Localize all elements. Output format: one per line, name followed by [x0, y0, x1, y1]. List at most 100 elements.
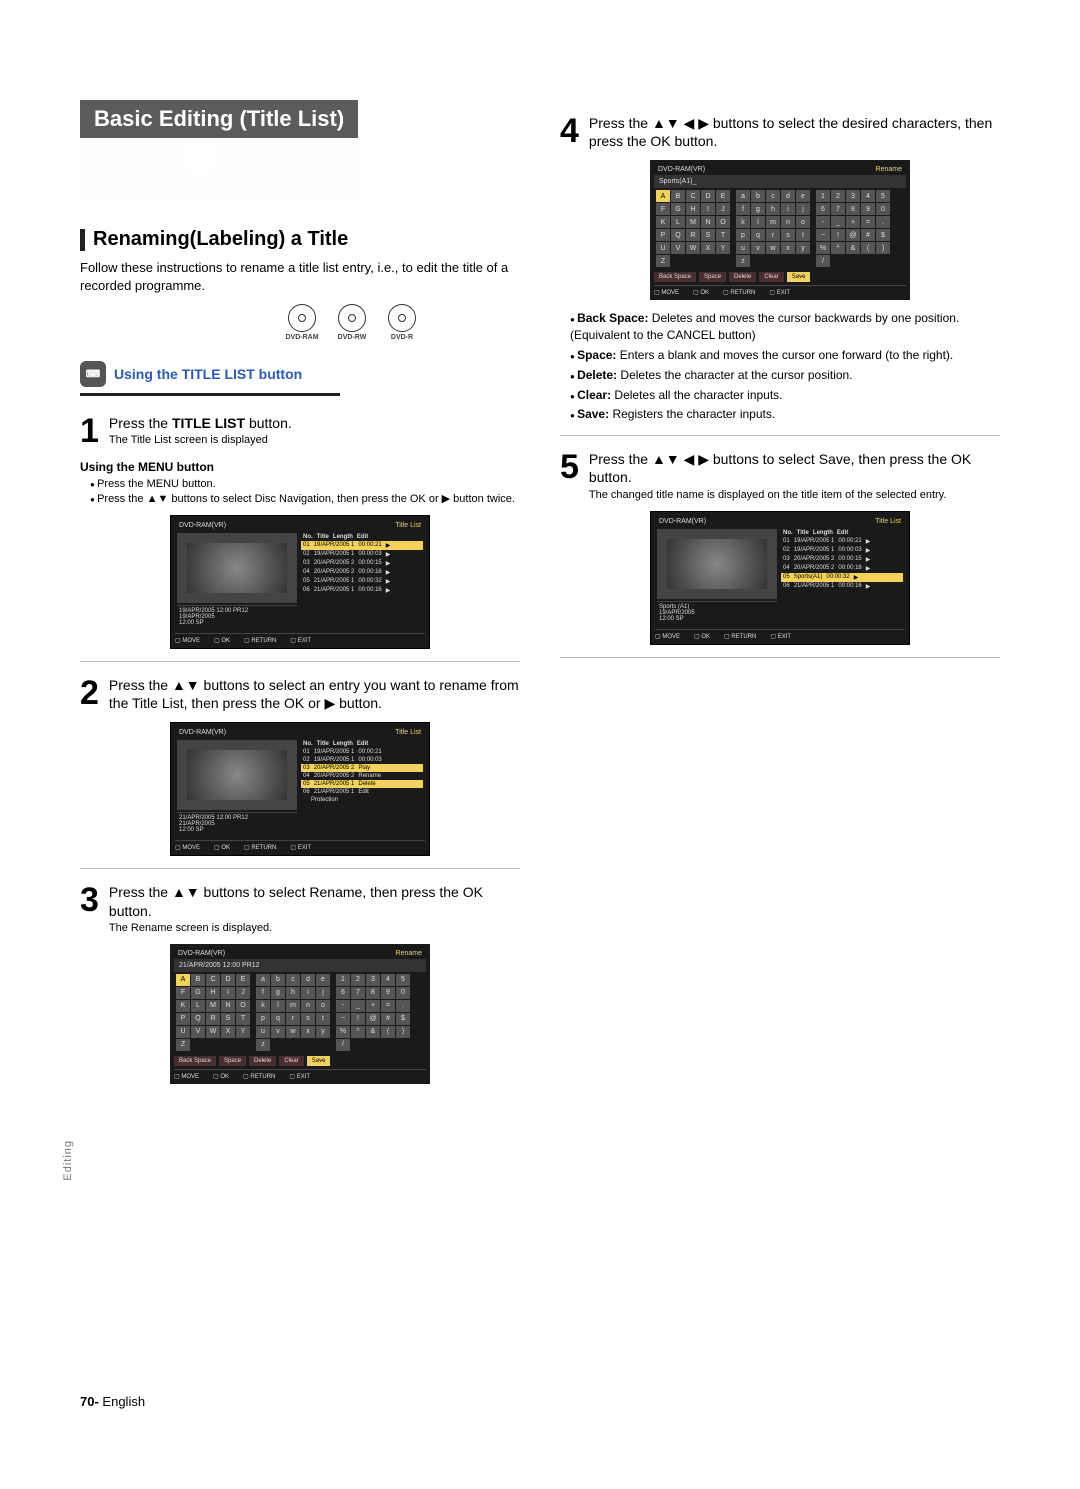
- keyboard-key: o: [316, 1000, 330, 1012]
- keyboard-key: S: [221, 1013, 235, 1025]
- keyboard-key: r: [286, 1013, 300, 1025]
- keyboard-key: u: [736, 242, 750, 254]
- keyboard-key: j: [316, 987, 330, 999]
- keyboard-key: %: [336, 1026, 350, 1038]
- disc-type-icons: DVD-RAM DVD-RW DVD-R: [280, 304, 520, 341]
- step-1: 1 Press the TITLE LIST button. The Title…: [80, 414, 520, 448]
- keyboard-key: A: [176, 974, 190, 986]
- step-4: 4 Press the ▲▼ ◀ ▶ buttons to select the…: [560, 114, 1000, 150]
- keyboard-key: n: [301, 1000, 315, 1012]
- keyboard-key: c: [766, 190, 780, 202]
- keyboard-key: K: [656, 216, 670, 228]
- keyboard-key: x: [781, 242, 795, 254]
- keyboard-key: -: [816, 216, 830, 228]
- keyboard-key: x: [301, 1026, 315, 1038]
- keyboard-key: E: [716, 190, 730, 202]
- keyboard-key: V: [671, 242, 685, 254]
- keyboard-key: v: [271, 1026, 285, 1038]
- keyboard-action-definitions: Back Space: Deletes and moves the cursor…: [570, 310, 1000, 423]
- keyboard-key: H: [686, 203, 700, 215]
- keyboard-key: D: [221, 974, 235, 986]
- page-footer: 70- English: [80, 1394, 145, 1409]
- keyboard-key: E: [236, 974, 250, 986]
- keyboard-key: G: [191, 987, 205, 999]
- keyboard-key: K: [176, 1000, 190, 1012]
- keyboard-key: a: [256, 974, 270, 986]
- keyboard-key: 4: [861, 190, 875, 202]
- keyboard-key: ^: [351, 1026, 365, 1038]
- page-title-box: Basic Editing (Title List): [80, 100, 358, 138]
- keyboard-key: g: [271, 987, 285, 999]
- keyboard-key: e: [796, 190, 810, 202]
- keyboard-key: (: [861, 242, 875, 254]
- osd-screenshot-context-menu: DVD-RAM(VR)Title List 21/APR/2005 12:00 …: [170, 722, 430, 856]
- keyboard-key: J: [236, 987, 250, 999]
- keyboard-key: U: [176, 1026, 190, 1038]
- keyboard-key: c: [286, 974, 300, 986]
- keyboard-key: l: [271, 1000, 285, 1012]
- step-2: 2 Press the ▲▼ buttons to select an entr…: [80, 676, 520, 712]
- left-column: Basic Editing (Title List) Renaming(Labe…: [80, 100, 520, 1094]
- keyboard-key: b: [751, 190, 765, 202]
- keyboard-key: p: [256, 1013, 270, 1025]
- keyboard-key: y: [796, 242, 810, 254]
- keyboard-key: t: [796, 229, 810, 241]
- keyboard-key: N: [221, 1000, 235, 1012]
- keyboard-key: M: [206, 1000, 220, 1012]
- keyboard-key: 2: [831, 190, 845, 202]
- keyboard-key: f: [736, 203, 750, 215]
- keyboard-key: 1: [816, 190, 830, 202]
- keyboard-key: z: [736, 255, 750, 267]
- keyboard-key: I: [701, 203, 715, 215]
- keyboard-key: .: [876, 216, 890, 228]
- keyboard-key: 5: [876, 190, 890, 202]
- step-number: 5: [560, 450, 579, 500]
- osd-screenshot-title-list-renamed: DVD-RAM(VR)Title List Sports (A1) 19/APR…: [650, 511, 910, 645]
- step-number: 2: [80, 676, 99, 712]
- keyboard-key: +: [366, 1000, 380, 1012]
- keyboard-key: @: [846, 229, 860, 241]
- keyboard-key: +: [846, 216, 860, 228]
- keyboard-key: T: [716, 229, 730, 241]
- sub-heading-text: Using the TITLE LIST button: [114, 366, 302, 382]
- keyboard-key: Q: [671, 229, 685, 241]
- right-column: 4 Press the ▲▼ ◀ ▶ buttons to select the…: [560, 100, 1000, 1094]
- keyboard-key: X: [701, 242, 715, 254]
- keyboard-key: 9: [381, 987, 395, 999]
- keyboard-key: W: [206, 1026, 220, 1038]
- menu-subheading: Using the MENU button: [80, 460, 520, 474]
- keyboard-key: a: [736, 190, 750, 202]
- keyboard-key: z: [256, 1039, 270, 1051]
- keyboard-key: 7: [351, 987, 365, 999]
- keyboard-key: _: [351, 1000, 365, 1012]
- keyboard-key: Y: [236, 1026, 250, 1038]
- disc-icon: [338, 304, 366, 332]
- keyboard-key: ^: [831, 242, 845, 254]
- keyboard-key: N: [701, 216, 715, 228]
- keyboard-key: l: [751, 216, 765, 228]
- keyboard-key: B: [671, 190, 685, 202]
- keyboard-key: #: [861, 229, 875, 241]
- step-number: 3: [80, 883, 99, 933]
- keyboard-key: 8: [846, 203, 860, 215]
- keyboard-key: g: [751, 203, 765, 215]
- keyboard-key: L: [191, 1000, 205, 1012]
- keyboard-key: 2: [351, 974, 365, 986]
- keyboard-key: O: [236, 1000, 250, 1012]
- keyboard-key: h: [286, 987, 300, 999]
- keyboard-key: #: [381, 1013, 395, 1025]
- osd-thumbnail-icon: [177, 740, 297, 810]
- osd-thumbnail-icon: [657, 529, 777, 599]
- keyboard-key: 3: [366, 974, 380, 986]
- page-title: Basic Editing (Title List): [94, 106, 344, 131]
- keyboard-key: k: [736, 216, 750, 228]
- keyboard-key: 6: [816, 203, 830, 215]
- keyboard-key: R: [206, 1013, 220, 1025]
- keyboard-key: 0: [876, 203, 890, 215]
- step-number: 1: [80, 414, 99, 448]
- keyboard-key: f: [256, 987, 270, 999]
- section-heading: Renaming(Labeling) a Title: [80, 228, 520, 251]
- keyboard-key: 3: [846, 190, 860, 202]
- keyboard-key: 1: [336, 974, 350, 986]
- keyboard-key: u: [256, 1026, 270, 1038]
